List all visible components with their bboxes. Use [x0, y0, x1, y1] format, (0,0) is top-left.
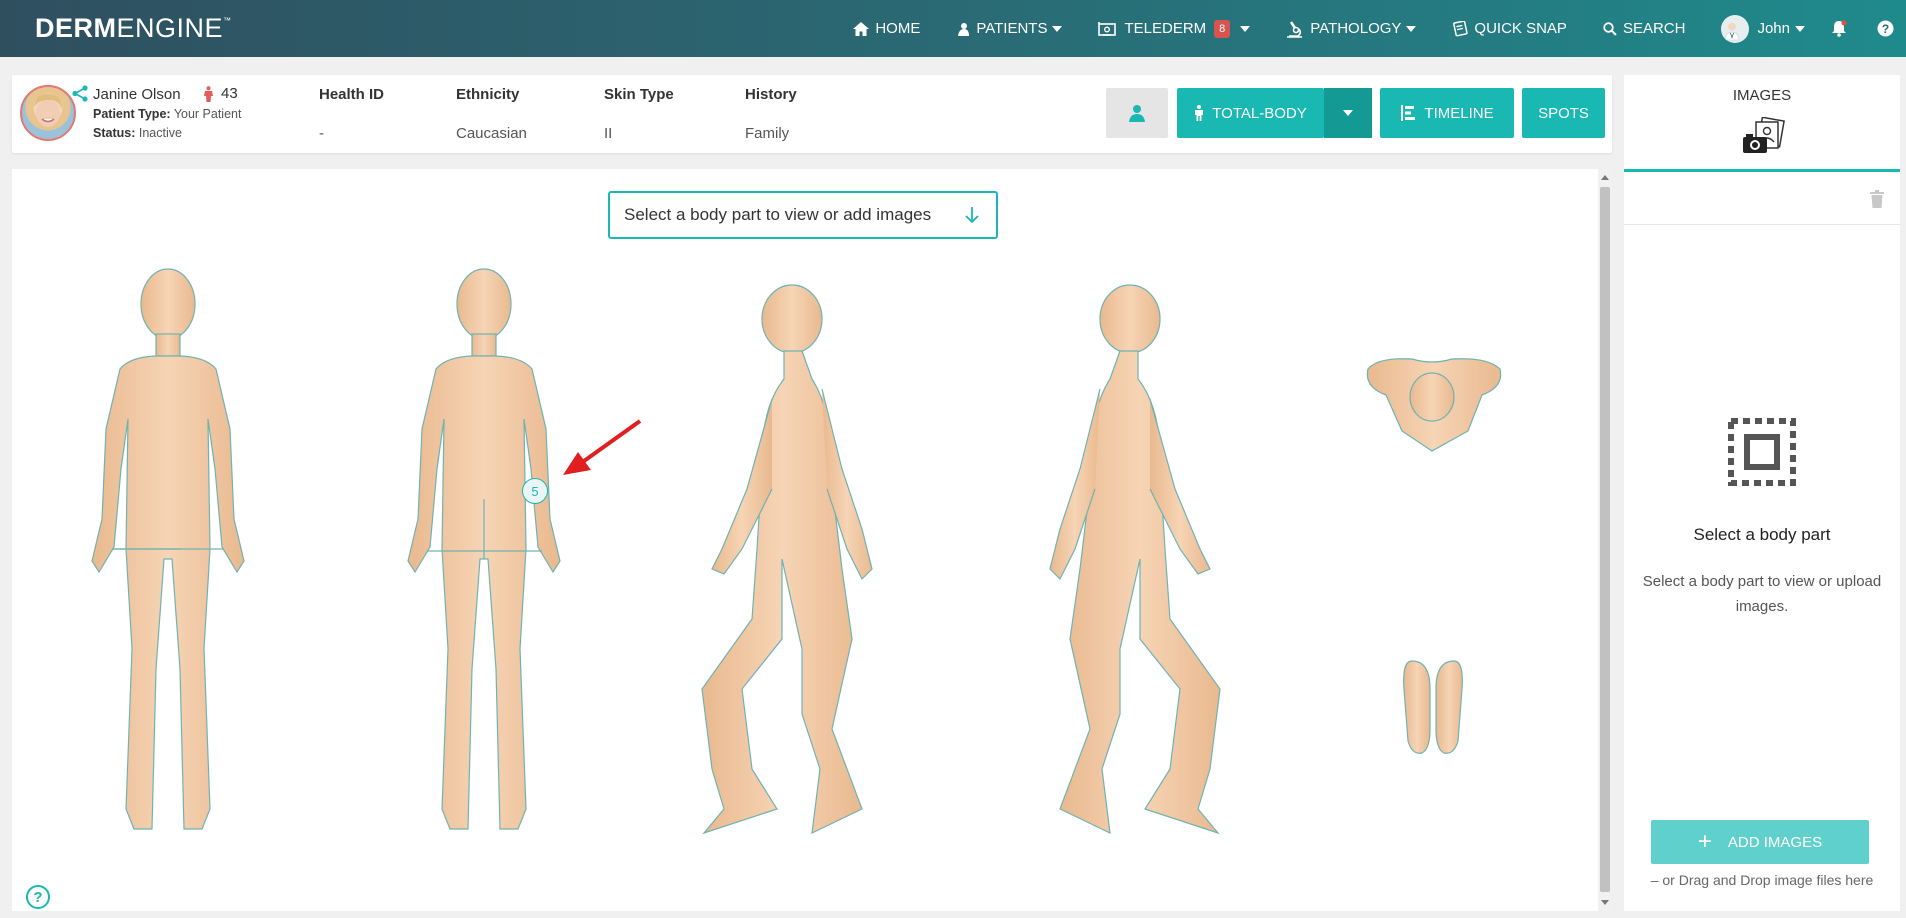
- tab-images[interactable]: IMAGES: [1624, 75, 1900, 172]
- spot-count-marker[interactable]: 5: [522, 478, 548, 504]
- telederm-icon: [1098, 21, 1117, 36]
- skin-type-column: Skin Type II: [604, 86, 674, 142]
- share-icon[interactable]: [72, 85, 88, 102]
- empty-state-description: Select a body part to view or upload ima…: [1642, 573, 1882, 615]
- nav-patients[interactable]: PATIENTS: [956, 20, 1063, 37]
- empty-state-title: Select a body part: [1693, 525, 1831, 544]
- microscope-icon: [1287, 20, 1303, 38]
- app-logo[interactable]: DERMENGINE™: [35, 13, 232, 44]
- help-button[interactable]: ?: [26, 885, 50, 909]
- plus-icon: +: [1697, 828, 1712, 855]
- spots-button[interactable]: SPOTS: [1522, 88, 1605, 138]
- body-feet-soles[interactable]: [1403, 660, 1463, 754]
- chevron-down-icon: [1795, 25, 1805, 32]
- top-nav-bar: DERMENGINE™ HOME PATIENTS TELEDERM 8 PAT…: [0, 0, 1906, 57]
- select-area-icon: [1728, 418, 1796, 486]
- patient-status: Status: Inactive: [93, 126, 182, 140]
- patient-profile-button[interactable]: [1106, 88, 1168, 138]
- chevron-down-icon: [1240, 25, 1251, 32]
- patient-name: Janine Olson: [93, 86, 181, 103]
- body-front[interactable]: [91, 268, 245, 830]
- annotation-arrow: [563, 419, 642, 475]
- nav-telederm[interactable]: TELEDERM 8: [1098, 19, 1251, 38]
- help-nav-button[interactable]: ?: [1877, 20, 1900, 37]
- female-icon: [204, 85, 213, 102]
- telederm-count-badge: 8: [1214, 19, 1231, 38]
- chevron-down-icon: [1343, 110, 1353, 116]
- body-side-right-torso[interactable]: [1059, 350, 1221, 835]
- total-body-button[interactable]: TOTAL-BODY: [1177, 88, 1324, 138]
- user-avatar: [1721, 14, 1750, 43]
- patient-type: Patient Type: Your Patient: [93, 107, 242, 121]
- body-icon: [1195, 105, 1204, 121]
- question-circle-icon: ?: [1877, 20, 1894, 37]
- chevron-down-icon: [1052, 25, 1063, 32]
- patient-age: 43: [204, 85, 238, 102]
- nav-user-menu[interactable]: John: [1721, 14, 1805, 43]
- timeline-button[interactable]: TIMELINE: [1380, 88, 1514, 138]
- notifications-button[interactable]: [1831, 20, 1853, 37]
- user-icon: [1129, 105, 1145, 122]
- scrollbar-thumb[interactable]: [1600, 187, 1610, 892]
- add-images-button[interactable]: + ADD IMAGES: [1651, 820, 1869, 864]
- nav-home[interactable]: HOME: [853, 20, 920, 37]
- body-side-left-torso[interactable]: [701, 350, 863, 835]
- search-icon: [1603, 21, 1617, 36]
- nav-search[interactable]: SEARCH: [1603, 20, 1685, 37]
- drag-drop-hint: – or Drag and Drop image files here: [1650, 872, 1874, 888]
- nav-items: HOME PATIENTS TELEDERM 8 PATHOLOGY QUICK…: [853, 0, 1906, 57]
- patient-info-card: Janine Olson 43 Patient Type: Your Patie…: [12, 75, 1612, 153]
- nav-quick-snap[interactable]: QUICK SNAP: [1452, 20, 1567, 37]
- svg-text:?: ?: [1882, 22, 1889, 36]
- chevron-down-icon: [1406, 25, 1417, 32]
- patient-avatar[interactable]: [20, 85, 76, 141]
- history-column: History Family: [745, 86, 797, 142]
- scroll-down-arrow[interactable]: [1601, 900, 1609, 905]
- body-side-right[interactable]: [1049, 284, 1221, 835]
- images-side-panel: IMAGES Select a body part Select a body …: [1624, 75, 1900, 911]
- body-back[interactable]: [407, 268, 561, 830]
- patients-icon: [958, 22, 970, 36]
- home-icon: [853, 21, 870, 36]
- body-side-left[interactable]: [701, 284, 873, 835]
- body-top-view[interactable]: [1366, 358, 1502, 452]
- nav-pathology[interactable]: PATHOLOGY: [1286, 20, 1417, 38]
- health-id-column: Health ID -: [319, 86, 385, 142]
- ethnicity-column: Ethnicity Caucasian: [456, 86, 527, 142]
- quick-snap-icon: [1453, 20, 1469, 36]
- vertical-scrollbar[interactable]: [1598, 169, 1612, 911]
- body-figures: [91, 268, 1502, 835]
- camera-photos-icon: [1743, 117, 1785, 153]
- image-toolbar: [1624, 175, 1900, 225]
- timeline-icon: [1401, 105, 1416, 121]
- body-front-torso[interactable]: [91, 355, 245, 830]
- body-back-torso[interactable]: [407, 355, 561, 830]
- trash-icon[interactable]: [1870, 190, 1884, 208]
- bell-icon: [1832, 20, 1847, 37]
- total-body-dropdown-toggle[interactable]: [1324, 88, 1372, 138]
- scroll-up-arrow[interactable]: [1601, 175, 1609, 180]
- body-map-area: Select a body part to view or add images: [12, 169, 1612, 911]
